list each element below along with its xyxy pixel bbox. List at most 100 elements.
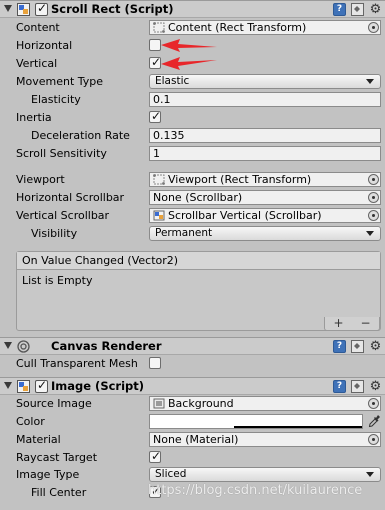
scroll-rect-header[interactable]: ✓ Scroll Rect (Script) ? ⚙ xyxy=(0,0,385,18)
component-title: Canvas Renderer xyxy=(51,339,162,353)
horizontal-label: Horizontal xyxy=(16,39,73,52)
component-title: Image (Script) xyxy=(51,379,145,393)
foldout-arrow-icon[interactable] xyxy=(4,5,12,12)
object-picker-icon[interactable] xyxy=(368,174,379,185)
visibility-label: Visibility xyxy=(31,227,78,240)
movement-type-value: Elastic xyxy=(155,75,190,87)
scroll-sensitivity-row: Scroll Sensitivity 1 xyxy=(0,145,385,163)
script-icon xyxy=(17,3,30,16)
on-value-changed-event: On Value Changed (Vector2) List is Empty… xyxy=(16,251,381,331)
color-swatch[interactable] xyxy=(149,414,363,429)
elasticity-row: Elasticity 0.1 xyxy=(0,91,385,109)
gear-icon[interactable]: ⚙ xyxy=(369,380,382,393)
material-field[interactable]: None (Material) xyxy=(149,432,381,447)
check-icon: ✓ xyxy=(151,449,162,463)
viewport-field[interactable]: Viewport (Rect Transform) xyxy=(149,172,381,187)
scroll-sensitivity-input[interactable]: 1 xyxy=(149,146,381,161)
chevron-down-icon xyxy=(366,472,374,477)
movement-type-dropdown[interactable]: Elastic xyxy=(149,74,381,89)
color-row: Color xyxy=(0,413,385,431)
movement-type-row: Movement Type Elastic xyxy=(0,73,385,91)
image-type-dropdown[interactable]: Sliced xyxy=(149,467,381,482)
cull-checkbox[interactable] xyxy=(149,357,161,369)
visibility-value: Permanent xyxy=(155,227,213,239)
inertia-label: Inertia xyxy=(16,111,52,124)
material-row: Material None (Material) xyxy=(0,431,385,449)
annotation-arrow-vertical xyxy=(161,57,217,70)
help-icon[interactable]: ? xyxy=(333,340,346,353)
preset-icon[interactable] xyxy=(351,3,364,16)
scroll-sensitivity-label: Scroll Sensitivity xyxy=(16,147,107,160)
remove-listener-button[interactable]: − xyxy=(360,317,370,330)
color-label: Color xyxy=(16,415,45,428)
alpha-bar xyxy=(234,426,362,428)
gear-icon[interactable]: ⚙ xyxy=(369,340,382,353)
object-picker-icon[interactable] xyxy=(368,210,379,221)
visibility-row: Visibility Permanent xyxy=(0,225,385,243)
event-body: List is Empty xyxy=(22,274,93,287)
scrollbar-script-icon xyxy=(153,210,165,221)
check-icon: ✓ xyxy=(37,1,48,15)
v-scrollbar-label: Vertical Scrollbar xyxy=(16,209,110,222)
viewport-value: Viewport (Rect Transform) xyxy=(168,173,312,186)
v-scrollbar-field[interactable]: Scrollbar Vertical (Scrollbar) xyxy=(149,208,381,223)
foldout-arrow-icon[interactable] xyxy=(4,342,12,349)
viewport-row: Viewport Viewport (Rect Transform) xyxy=(0,171,385,189)
source-image-field[interactable]: Background xyxy=(149,396,381,411)
fill-center-label: Fill Center xyxy=(31,486,87,499)
gear-icon[interactable]: ⚙ xyxy=(369,3,382,16)
cull-label: Cull Transparent Mesh xyxy=(16,357,138,370)
image-enabled-checkbox[interactable]: ✓ xyxy=(35,378,48,393)
chevron-down-icon xyxy=(366,231,374,236)
inertia-row: Inertia ✓ xyxy=(0,109,385,127)
content-field[interactable]: Content (Rect Transform) xyxy=(149,20,381,35)
scroll-rect-enabled-checkbox[interactable]: ✓ xyxy=(35,1,48,16)
component-title: Scroll Rect (Script) xyxy=(51,2,174,16)
h-scrollbar-value: None (Scrollbar) xyxy=(153,191,243,204)
check-icon: ✓ xyxy=(37,378,48,392)
object-picker-icon[interactable] xyxy=(368,192,379,203)
eyedropper-icon[interactable] xyxy=(368,414,381,428)
event-header: On Value Changed (Vector2) xyxy=(17,252,380,270)
material-value: None (Material) xyxy=(153,433,239,446)
movement-type-label: Movement Type xyxy=(16,75,104,88)
deceleration-label: Deceleration Rate xyxy=(31,129,130,142)
help-icon[interactable]: ? xyxy=(333,380,346,393)
rect-transform-icon xyxy=(153,22,165,33)
raycast-label: Raycast Target xyxy=(16,451,98,464)
image-type-label: Image Type xyxy=(16,468,80,481)
foldout-arrow-icon[interactable] xyxy=(4,382,12,389)
help-icon[interactable]: ? xyxy=(333,3,346,16)
source-image-label: Source Image xyxy=(16,397,92,410)
object-picker-icon[interactable] xyxy=(368,434,379,445)
v-scrollbar-row: Vertical Scrollbar Scrollbar Vertical (S… xyxy=(0,207,385,225)
image-header[interactable]: ✓ Image (Script) ? ⚙ xyxy=(0,377,385,395)
inertia-checkbox[interactable]: ✓ xyxy=(149,109,162,123)
elasticity-input[interactable]: 0.1 xyxy=(149,92,381,107)
cull-row: Cull Transparent Mesh xyxy=(0,355,385,373)
watermark: https://blog.csdn.net/kuilaurence xyxy=(148,483,363,498)
h-scrollbar-field[interactable]: None (Scrollbar) xyxy=(149,190,381,205)
add-listener-button[interactable]: + xyxy=(333,317,343,330)
object-picker-icon[interactable] xyxy=(368,398,379,409)
deceleration-input[interactable]: 0.135 xyxy=(149,128,381,143)
canvas-renderer-header[interactable]: Canvas Renderer ? ⚙ xyxy=(0,337,385,355)
viewport-label: Viewport xyxy=(16,173,65,186)
v-scrollbar-value: Scrollbar Vertical (Scrollbar) xyxy=(168,209,322,222)
image-type-value: Sliced xyxy=(155,468,187,480)
object-picker-icon[interactable] xyxy=(368,22,379,33)
raycast-checkbox[interactable]: ✓ xyxy=(149,449,162,463)
preset-icon[interactable] xyxy=(351,340,364,353)
script-icon xyxy=(17,380,30,393)
canvas-renderer-icon xyxy=(17,340,30,353)
rect-transform-icon xyxy=(153,174,165,185)
sprite-icon xyxy=(153,398,165,409)
visibility-dropdown[interactable]: Permanent xyxy=(149,226,381,241)
elasticity-label: Elasticity xyxy=(31,93,81,106)
preset-icon[interactable] xyxy=(351,380,364,393)
content-value: Content (Rect Transform) xyxy=(168,21,307,34)
event-list-controls: + − xyxy=(324,317,380,331)
check-icon: ✓ xyxy=(151,109,162,123)
source-image-row: Source Image Background xyxy=(0,395,385,413)
h-scrollbar-row: Horizontal Scrollbar None (Scrollbar) xyxy=(0,189,385,207)
